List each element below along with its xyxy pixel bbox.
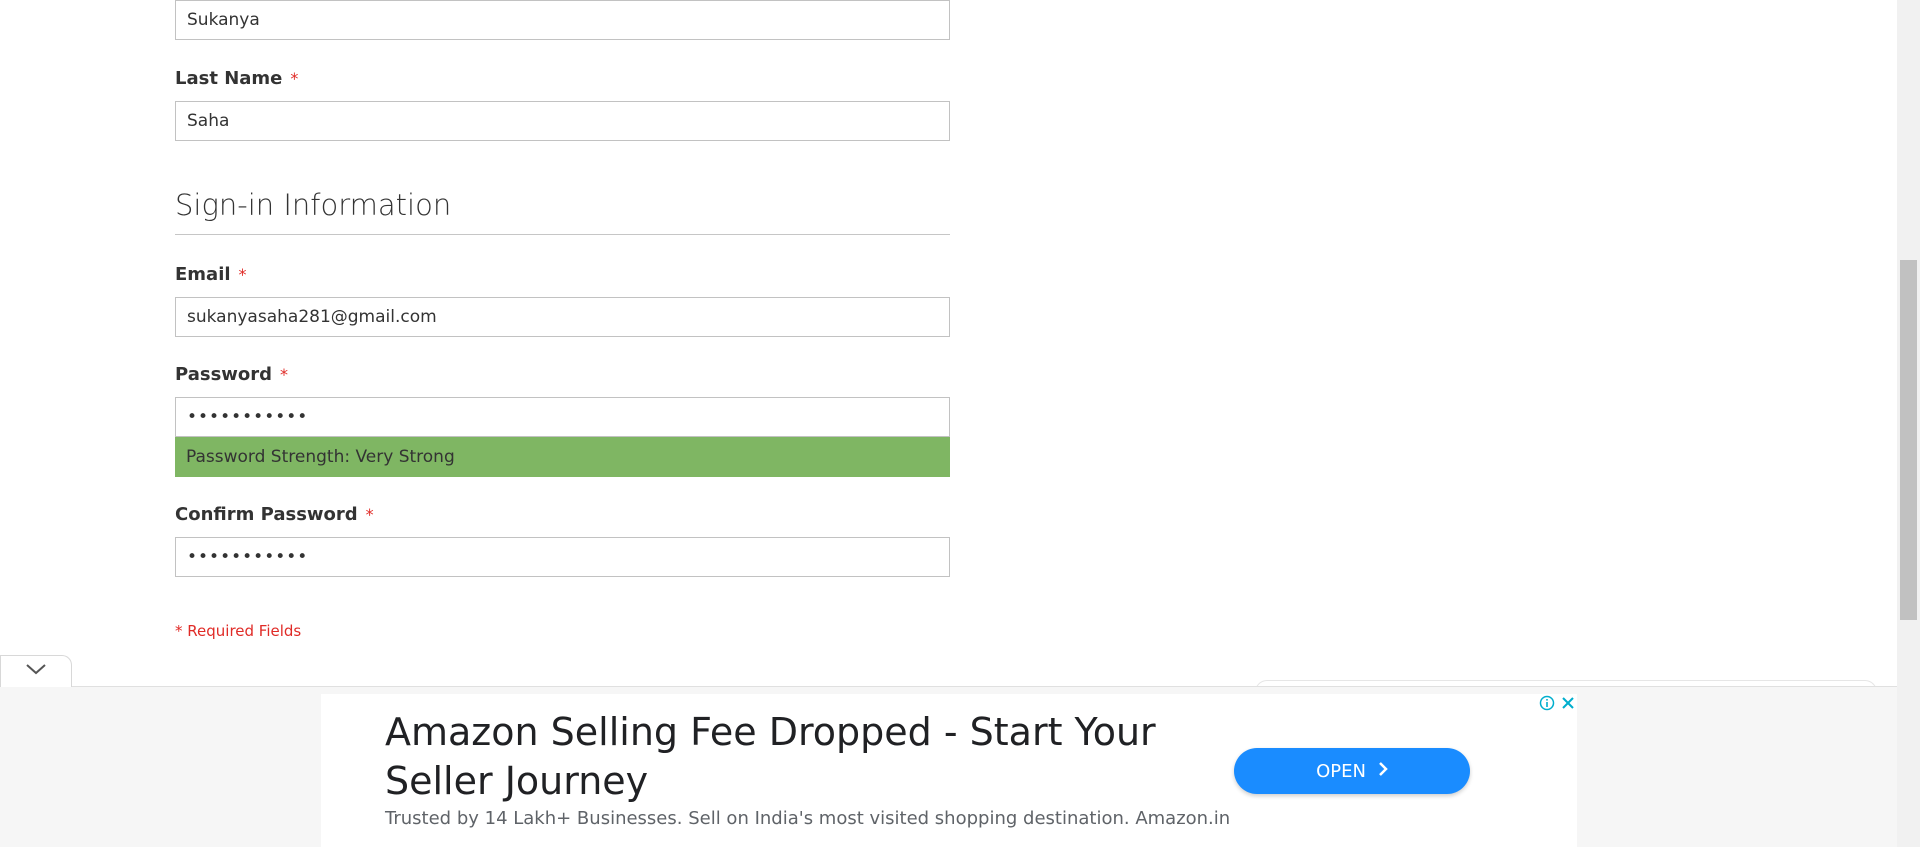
email-input[interactable]: sukanyasaha281@gmail.com [175, 297, 950, 337]
password-label-text: Password [175, 363, 273, 385]
signin-legend: Sign-in Information [175, 188, 950, 235]
required-fields-note: * Required Fields [175, 622, 302, 640]
page: Sukanya Last Name * Saha Sign-in Informa… [0, 0, 1920, 847]
email-label-text: Email [175, 263, 231, 285]
scrollbar[interactable] [1897, 0, 1920, 847]
password-strength-text: Password Strength: Very Strong [186, 447, 455, 467]
last-name-label: Last Name * [175, 66, 298, 90]
required-star: * [290, 68, 299, 88]
confirm-password-label: Confirm Password * [175, 502, 374, 526]
ad-title[interactable]: Amazon Selling Fee Dropped - Start Your … [385, 708, 1185, 806]
ad-open-button[interactable]: OPEN [1234, 748, 1470, 794]
ad-choices [1539, 695, 1575, 716]
password-strength-meter: Password Strength: Very Strong [175, 437, 950, 477]
ad-description[interactable]: Trusted by 14 Lakh+ Businesses. Sell on … [385, 808, 1230, 829]
password-label: Password * [175, 362, 288, 386]
ad-collapse-button[interactable] [0, 655, 72, 687]
confirm-password-value: ••••••••••• [187, 547, 309, 567]
confirm-password-input[interactable]: ••••••••••• [175, 537, 950, 577]
scrollbar-thumb[interactable] [1900, 260, 1917, 620]
required-star: * [280, 364, 289, 384]
ad-creative[interactable]: Amazon Selling Fee Dropped - Start Your … [321, 694, 1577, 847]
close-icon[interactable] [1561, 696, 1575, 715]
ad-open-label: OPEN [1316, 760, 1366, 782]
first-name-value: Sukanya [187, 10, 260, 30]
email-value: sukanyasaha281@gmail.com [187, 307, 437, 327]
last-name-input[interactable]: Saha [175, 101, 950, 141]
email-label: Email * [175, 262, 247, 286]
info-icon[interactable] [1539, 695, 1555, 716]
confirm-password-label-text: Confirm Password [175, 503, 358, 525]
required-star: * [365, 504, 374, 524]
last-name-value: Saha [187, 111, 230, 131]
chevron-down-icon [25, 662, 47, 681]
password-input[interactable]: ••••••••••• [175, 397, 950, 437]
last-name-label-text: Last Name [175, 67, 283, 89]
first-name-input[interactable]: Sukanya [175, 0, 950, 40]
chevron-right-icon [1378, 761, 1388, 782]
password-value: ••••••••••• [187, 407, 309, 427]
required-star: * [238, 264, 247, 284]
